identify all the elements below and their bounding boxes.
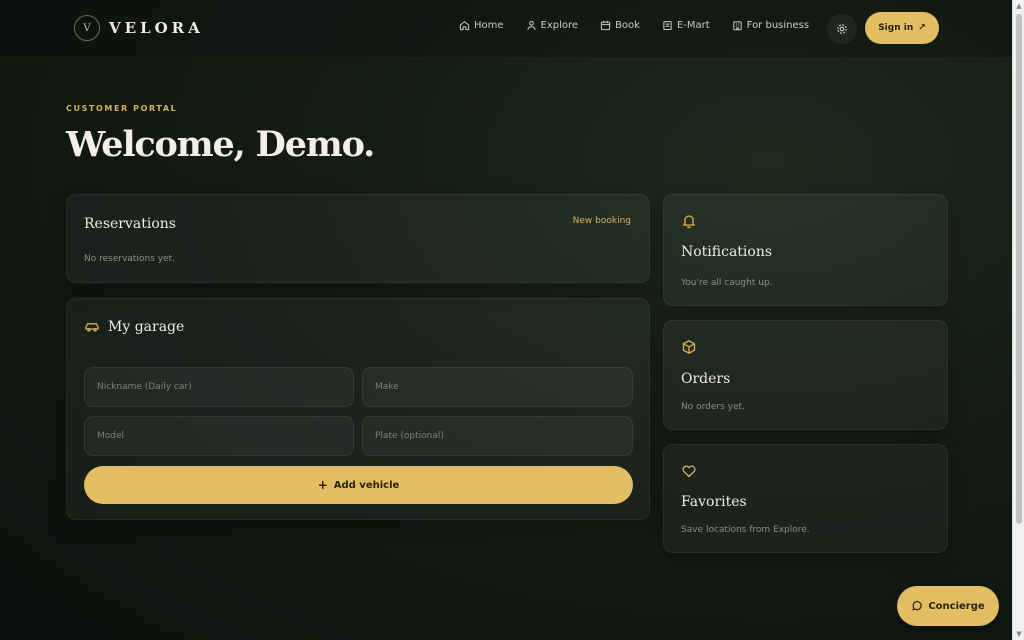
nav-book-label: Book [615,20,640,31]
favorites-text: Save locations from Explore. [681,525,810,535]
garage-title: My garage [108,319,185,335]
notifications-title: Notifications [681,244,773,260]
building-icon [733,21,742,31]
gear-icon [837,24,847,34]
concierge-label: Concierge [928,600,985,612]
model-input[interactable] [84,416,354,456]
plus-icon: + [317,478,328,492]
nickname-input[interactable] [84,367,354,407]
sign-in-button[interactable]: Sign in ↗ [865,12,939,44]
box-icon [682,340,696,354]
reservations-empty-text: No reservations yet. [84,254,175,264]
nav-home-label: Home [474,20,504,31]
logo-mark: V [74,15,100,41]
nav-emart[interactable]: E-Mart [662,20,710,31]
cart-icon [663,21,672,31]
add-vehicle-label: Add vehicle [333,479,400,491]
garage-header: My garage [84,319,184,335]
notifications-text: You're all caught up. [681,278,773,288]
nav-business[interactable]: For business [732,20,809,31]
nav-emart-label: E-Mart [676,20,710,31]
nav-explore[interactable]: Explore [526,20,579,31]
nav-explore-label: Explore [540,20,579,31]
nav-book[interactable]: Book [600,20,640,31]
brand-name: VELORA [109,19,204,37]
chat-icon [912,601,923,611]
sign-in-label: Sign in [878,23,914,33]
scrollbar-thumb[interactable] [1016,14,1022,524]
orders-card[interactable]: Orders No orders yet. [663,320,948,430]
make-input[interactable] [362,367,633,407]
bell-icon [682,215,696,229]
plate-input[interactable] [362,416,633,456]
home-icon [459,20,470,31]
top-navbar: V VELORA Home Explore Book E-Mart For bu… [0,0,1012,58]
reservations-card: Reservations New booking No reservations… [66,194,650,283]
brand-logo[interactable]: V VELORA [74,15,204,41]
nav-business-label: For business [746,20,810,31]
user-icon [526,20,536,31]
calendar-icon [600,20,611,31]
orders-text: No orders yet. [681,402,745,412]
scroll-up-icon[interactable]: ▲ [1015,2,1023,10]
garage-card: My garage + Add vehicle [66,298,650,520]
page-title: Welcome, Demo. [66,124,375,165]
favorites-card[interactable]: Favorites Save locations from Explore. [663,444,948,553]
arrow-up-right-icon: ↗ [918,23,926,33]
car-icon [85,323,99,332]
new-booking-link[interactable]: New booking [573,216,631,226]
notifications-card[interactable]: Notifications You're all caught up. [663,194,948,306]
settings-button[interactable] [827,14,857,44]
reservations-title: Reservations [84,216,176,232]
page-eyebrow: CUSTOMER PORTAL [66,104,178,113]
scroll-down-icon[interactable]: ▼ [1015,630,1023,638]
add-vehicle-button[interactable]: + Add vehicle [84,466,633,504]
concierge-button[interactable]: Concierge [897,586,999,626]
orders-title: Orders [681,371,731,387]
heart-icon [682,465,696,478]
main-nav: Home Explore Book E-Mart For business [459,20,831,31]
nav-home[interactable]: Home [459,20,504,31]
favorites-title: Favorites [681,494,747,510]
scrollbar[interactable]: ▲ ▼ [1012,0,1024,640]
